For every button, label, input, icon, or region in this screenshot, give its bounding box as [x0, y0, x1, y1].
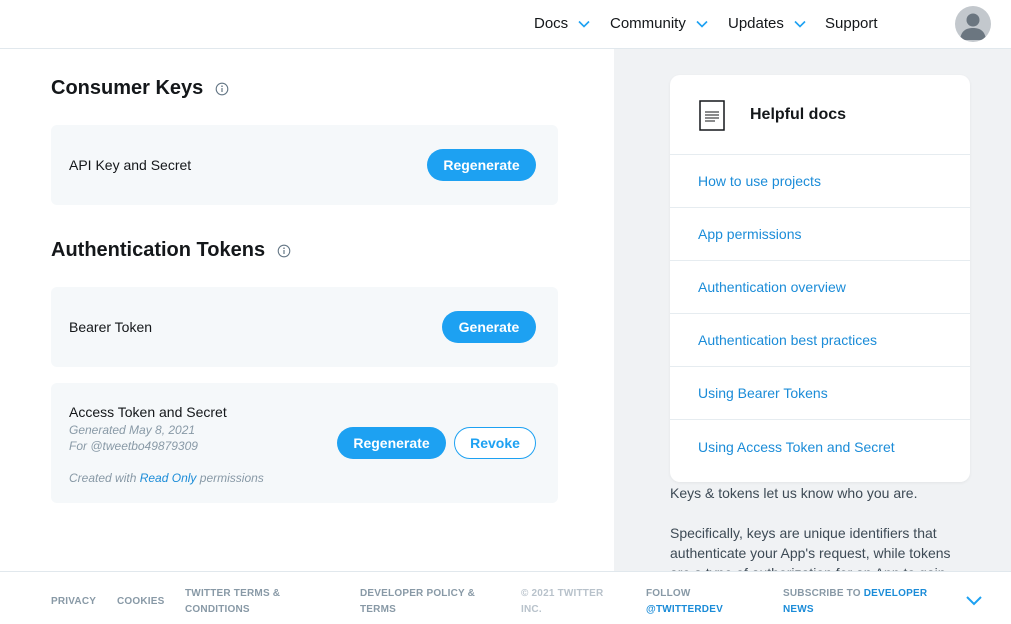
chevron-down-icon	[794, 20, 806, 28]
nav-support-label: Support	[825, 15, 878, 32]
nav-updates[interactable]: Updates	[728, 15, 806, 32]
bearer-token-generate-button[interactable]: Generate	[442, 311, 536, 343]
chevron-down-icon[interactable]	[965, 594, 983, 606]
access-token-card: Access Token and Secret Generated May 8,…	[51, 383, 558, 503]
top-navigation: Docs Community Updates Support	[0, 0, 1011, 49]
doc-link-authentication-best-practices[interactable]: Authentication best practices	[670, 314, 970, 367]
footer-follow-line1: FOLLOW	[646, 588, 691, 599]
helpful-docs-title: Helpful docs	[750, 106, 847, 123]
doc-link-app-permissions[interactable]: App permissions	[670, 208, 970, 261]
footer-cookies-link[interactable]: COOKIES	[117, 594, 165, 610]
chevron-down-icon	[578, 20, 590, 28]
bearer-token-card: Bearer Token Generate	[51, 287, 558, 367]
footer-subscribe-link-1: DEVELOPER	[863, 588, 928, 599]
auth-tokens-title: Authentication Tokens	[51, 239, 266, 261]
footer-terms-link[interactable]: TWITTER TERMS & CONDITIONS	[185, 586, 280, 618]
footer-follow-handle: @TWITTERDEV	[646, 604, 723, 615]
access-token-label: Access Token and Secret	[69, 404, 227, 420]
doc-link-projects[interactable]: How to use projects	[670, 155, 970, 208]
nav-support[interactable]: Support	[825, 15, 878, 32]
footer-privacy-link[interactable]: PRIVACY	[51, 594, 96, 610]
footer-subscribe-prefix: SUBSCRIBE TO	[783, 588, 861, 599]
nav-community-label: Community	[610, 15, 686, 32]
footer-copyright-line2: INC.	[521, 604, 542, 615]
access-token-revoke-button[interactable]: Revoke	[454, 427, 536, 459]
consumer-keys-title: Consumer Keys	[51, 77, 204, 99]
permissions-link[interactable]: Read Only	[140, 471, 197, 485]
nav-updates-label: Updates	[728, 15, 784, 32]
footer: PRIVACY COOKIES TWITTER TERMS & CONDITIO…	[0, 571, 1011, 624]
helpful-docs-card: Helpful docs How to use projects App per…	[670, 75, 970, 482]
user-avatar-icon[interactable]	[955, 6, 991, 42]
user-silhouette-icon	[960, 13, 986, 40]
permissions-prefix: Created with	[69, 471, 137, 485]
document-icon	[699, 100, 725, 131]
footer-policy-line1: DEVELOPER POLICY &	[360, 588, 476, 599]
nav-community[interactable]: Community	[610, 15, 708, 32]
consumer-keys-heading: Consumer Keys	[51, 77, 229, 100]
nav-docs-label: Docs	[534, 15, 569, 32]
auth-tokens-heading: Authentication Tokens	[51, 239, 291, 262]
footer-follow-link[interactable]: FOLLOW @TWITTERDEV	[646, 586, 723, 618]
footer-copyright-line1: © 2021 TWITTER	[521, 588, 604, 599]
doc-link-authentication-overview[interactable]: Authentication overview	[670, 261, 970, 314]
bearer-token-label: Bearer Token	[69, 319, 153, 335]
api-key-label: API Key and Secret	[69, 157, 192, 173]
api-key-card: API Key and Secret Regenerate	[51, 125, 558, 205]
about-paragraph-1: Keys & tokens let us know who you are.	[670, 485, 918, 501]
access-token-permissions: Created with Read Only permissions	[69, 471, 264, 485]
nav-docs[interactable]: Docs	[534, 15, 590, 32]
footer-policy-line2: TERMS	[360, 604, 396, 615]
footer-subscribe-link-2: NEWS	[783, 604, 814, 615]
doc-link-bearer-tokens[interactable]: Using Bearer Tokens	[670, 367, 970, 420]
access-token-regenerate-button[interactable]: Regenerate	[337, 427, 446, 459]
footer-subscribe-link[interactable]: SUBSCRIBE TO DEVELOPER NEWS	[783, 586, 927, 618]
chevron-down-icon	[696, 20, 708, 28]
footer-terms-line2: CONDITIONS	[185, 604, 250, 615]
helpful-docs-header: Helpful docs	[670, 75, 970, 155]
doc-link-access-token[interactable]: Using Access Token and Secret	[670, 420, 970, 473]
access-token-user: For @tweetbo49879309	[69, 439, 198, 453]
permissions-suffix: permissions	[199, 471, 264, 485]
footer-terms-line1: TWITTER TERMS &	[185, 588, 281, 599]
footer-developer-policy-link[interactable]: DEVELOPER POLICY & TERMS	[360, 586, 475, 618]
api-key-regenerate-button[interactable]: Regenerate	[427, 149, 536, 181]
info-icon[interactable]	[277, 244, 291, 258]
footer-copyright: © 2021 TWITTER INC.	[521, 586, 603, 618]
access-token-generated-date: Generated May 8, 2021	[69, 423, 196, 437]
info-icon[interactable]	[215, 82, 229, 96]
